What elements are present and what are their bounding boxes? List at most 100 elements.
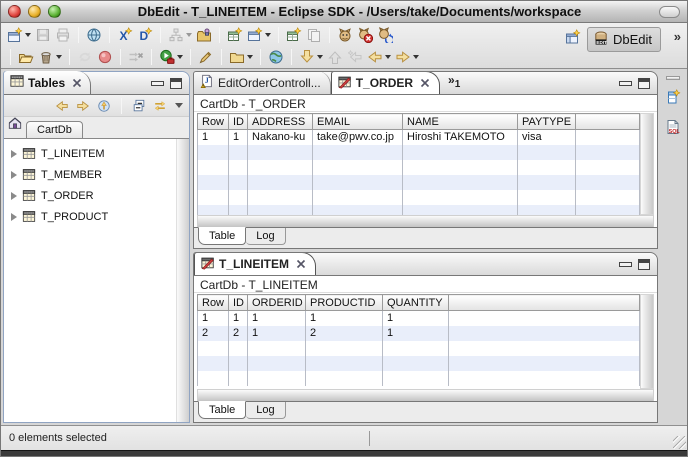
tab-editordercontroller[interactable]: J! EditOrderControll... [194, 71, 331, 94]
minimize-editor-button[interactable] [619, 81, 632, 86]
tree-item-t_order[interactable]: T_ORDER [4, 185, 189, 206]
expander-icon[interactable] [11, 213, 17, 221]
perspective-overflow-chevron[interactable]: » [674, 29, 681, 44]
new-table-icon[interactable] [665, 89, 681, 110]
column-header[interactable]: Row [198, 295, 229, 311]
horizontal-scrollbar[interactable] [197, 215, 654, 227]
tab-table[interactable]: Table [198, 401, 246, 419]
column-header[interactable]: ID [229, 295, 248, 311]
new-wizard-button-icon[interactable] [5, 26, 33, 44]
table-row[interactable]: 22121 [198, 326, 640, 341]
tab-table[interactable]: Table [198, 227, 246, 245]
dropdown-arrow-icon[interactable] [56, 55, 62, 59]
tab-overflow-chevron[interactable]: »1 [448, 73, 460, 90]
open-perspective-icon[interactable] [565, 29, 581, 50]
table-row-empty[interactable] [198, 371, 640, 386]
maximize-view-button[interactable] [170, 78, 182, 89]
column-header[interactable]: NAME [403, 114, 518, 130]
back-button-icon[interactable] [365, 48, 393, 66]
close-window-button[interactable] [8, 5, 21, 18]
new-component-button-icon[interactable] [284, 26, 304, 44]
column-header[interactable]: PRODUCTID [306, 295, 383, 311]
delete-button-icon[interactable] [36, 48, 64, 66]
view-menu-chevron-icon[interactable] [175, 103, 183, 108]
dropdown-arrow-icon[interactable] [247, 55, 253, 59]
vertical-scrollbar[interactable] [640, 113, 654, 215]
collapse-all-button-icon[interactable] [130, 98, 148, 114]
table-row-empty[interactable] [198, 145, 640, 160]
close-icon[interactable] [420, 78, 430, 88]
minimize-view-button[interactable] [151, 81, 164, 86]
table-row[interactable]: 11Nakano-kutake@pwv.co.jpHiroshi TAKEMOT… [198, 130, 640, 145]
maximize-editor-button[interactable] [638, 259, 650, 270]
tomcat-restart-button-icon[interactable] [375, 26, 395, 44]
column-header[interactable]: PAYTYPE [518, 114, 576, 130]
download-button-icon[interactable] [297, 48, 325, 66]
maximize-editor-button[interactable] [638, 78, 650, 89]
titlebar[interactable]: DbEdit - T_LINEITEM - Eclipse SDK - /Use… [1, 1, 687, 23]
edit-mode-button-icon[interactable] [196, 48, 216, 66]
tab-log[interactable]: Log [246, 402, 285, 419]
tab-tables[interactable]: Tables [4, 71, 91, 94]
sql-file-icon[interactable]: SQL [665, 119, 681, 140]
tab-t-order[interactable]: T_ORDER [331, 71, 440, 94]
tomcat-start-button-icon[interactable] [335, 26, 355, 44]
tree-item-t_product[interactable]: T_PRODUCT [4, 206, 189, 227]
horizontal-scrollbar[interactable] [197, 389, 654, 401]
new-dtd-button-icon[interactable]: D [135, 26, 155, 44]
close-icon[interactable] [72, 78, 82, 88]
new-window-button-icon[interactable] [245, 26, 273, 44]
close-icon[interactable] [296, 259, 306, 269]
table-row-empty[interactable] [198, 341, 640, 356]
tree-item-t_lineitem[interactable]: T_LINEITEM [4, 143, 189, 164]
new-table-wizard-button-icon[interactable] [225, 26, 245, 44]
tab-cartdb[interactable]: CartDb [26, 121, 83, 138]
navigate-back-button-icon[interactable] [53, 98, 71, 114]
column-header[interactable]: ID [229, 114, 248, 130]
toolbar-toggle-button[interactable] [659, 6, 680, 18]
expander-icon[interactable] [11, 150, 17, 158]
vertical-scrollbar[interactable] [640, 294, 654, 389]
import-button-icon[interactable] [194, 26, 214, 44]
link-with-editor-button-icon[interactable] [151, 98, 169, 114]
column-header[interactable]: Row [198, 114, 229, 130]
dropdown-arrow-icon[interactable] [177, 55, 183, 59]
expander-icon[interactable] [11, 192, 17, 200]
minimize-window-button[interactable] [28, 5, 41, 18]
table-row-empty[interactable] [198, 356, 640, 371]
record-button-icon[interactable] [95, 48, 115, 66]
restore-view-button[interactable] [666, 76, 680, 80]
dropdown-arrow-icon[interactable] [265, 33, 271, 37]
perspective-dbedit-button[interactable]: EDIT DbEdit [587, 27, 661, 52]
table-row-empty[interactable] [198, 160, 640, 175]
tomcat-stop-button-icon[interactable] [355, 26, 375, 44]
forward-button-icon[interactable] [393, 48, 421, 66]
tab-log[interactable]: Log [246, 228, 285, 245]
table-row-empty[interactable] [198, 190, 640, 205]
column-header[interactable]: EMAIL [313, 114, 403, 130]
expander-icon[interactable] [11, 171, 17, 179]
navigate-forward-button-icon[interactable] [74, 98, 92, 114]
home-icon[interactable] [8, 116, 22, 138]
zoom-window-button[interactable] [48, 5, 61, 18]
dropdown-arrow-icon[interactable] [385, 55, 391, 59]
open-connection-button-icon[interactable] [16, 48, 36, 66]
run-button-icon[interactable] [157, 48, 185, 66]
refresh-tables-button-icon[interactable] [95, 98, 113, 114]
minimize-editor-button[interactable] [619, 262, 632, 267]
open-browser-button-icon[interactable] [266, 48, 286, 66]
tab-t-lineitem[interactable]: T_LINEITEM [194, 252, 316, 275]
tree-vertical-scrollbar[interactable] [176, 139, 189, 422]
table-row-empty[interactable] [198, 205, 640, 216]
dropdown-arrow-icon[interactable] [25, 33, 31, 37]
dropdown-arrow-icon[interactable] [317, 55, 323, 59]
table-row[interactable]: 11111 [198, 311, 640, 326]
open-web-browser-button-icon[interactable] [84, 26, 104, 44]
window-resize-grip[interactable] [673, 436, 686, 449]
tree-item-t_member[interactable]: T_MEMBER [4, 164, 189, 185]
dropdown-arrow-icon[interactable] [413, 55, 419, 59]
open-type-button-icon[interactable] [227, 48, 255, 66]
column-header[interactable]: QUANTITY [383, 295, 449, 311]
column-header[interactable]: ORDERID [248, 295, 306, 311]
new-xml-button-icon[interactable]: X [115, 26, 135, 44]
